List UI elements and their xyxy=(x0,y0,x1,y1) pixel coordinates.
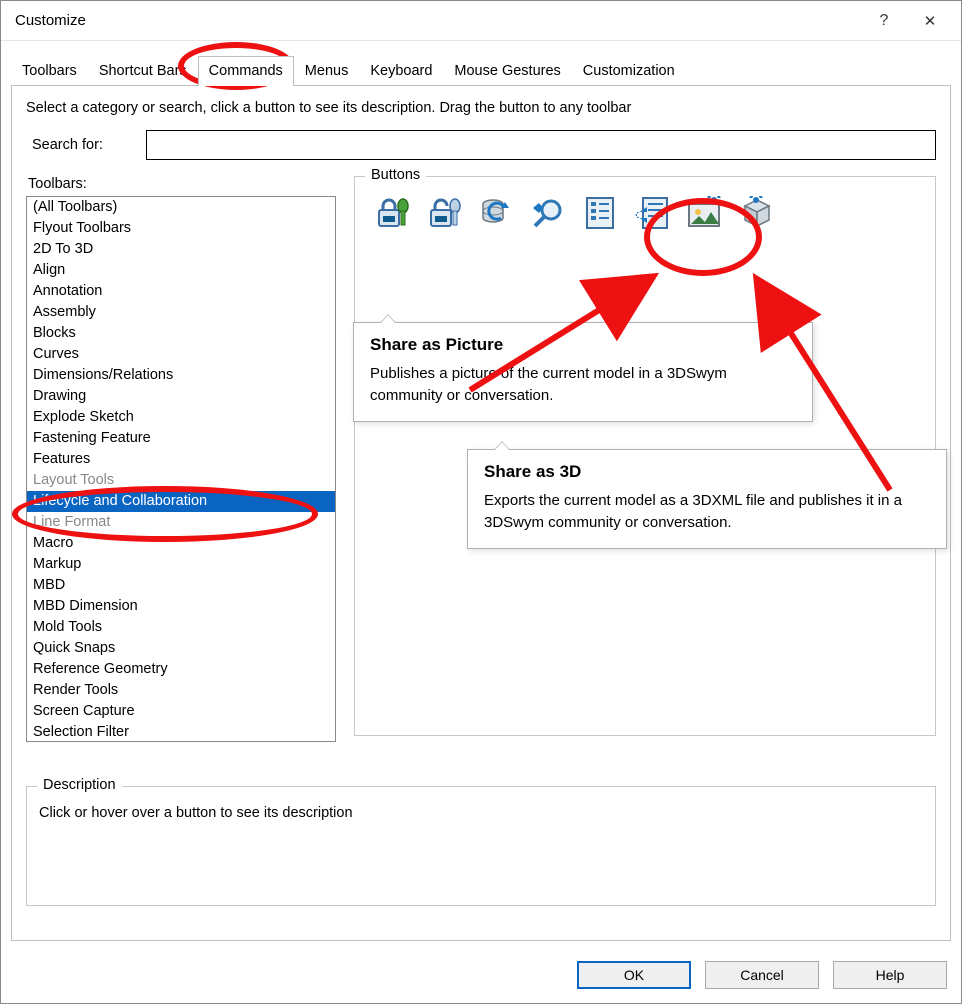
tooltip-share-3d: Share as 3D Exports the current model as… xyxy=(467,449,947,549)
list-item[interactable]: 2D To 3D xyxy=(27,239,335,260)
dialog-title: Customize xyxy=(15,12,861,29)
list-item[interactable]: Curves xyxy=(27,344,335,365)
list-icon[interactable] xyxy=(581,193,621,233)
list-item[interactable]: Render Tools xyxy=(27,680,335,701)
list-item[interactable]: Align xyxy=(27,260,335,281)
description-text: Click or hover over a button to see its … xyxy=(39,805,923,821)
tab-customization[interactable]: Customization xyxy=(572,56,686,86)
tab-keyboard[interactable]: Keyboard xyxy=(359,56,443,86)
toolbars-listbox[interactable]: (All Toolbars)Flyout Toolbars2D To 3DAli… xyxy=(26,196,336,742)
list-item[interactable]: Assembly xyxy=(27,302,335,323)
list-item[interactable]: Macro xyxy=(27,533,335,554)
list-item[interactable]: Layout Tools xyxy=(27,470,335,491)
search-label: Search for: xyxy=(26,137,146,153)
close-icon: ✕ xyxy=(924,12,937,30)
tab-mouse-gestures[interactable]: Mouse Gestures xyxy=(443,56,571,86)
list-item[interactable]: MBD xyxy=(27,575,335,596)
buttons-panel: Buttons Share as Picture Publishes a pic… xyxy=(354,176,936,736)
title-bar: Customize ? ✕ xyxy=(1,1,961,41)
list-item[interactable]: Line Format xyxy=(27,512,335,533)
ok-button[interactable]: OK xyxy=(577,961,691,989)
tooltip-share-picture: Share as Picture Publishes a picture of … xyxy=(353,322,813,422)
list-item[interactable]: Blocks xyxy=(27,323,335,344)
tooltip-title: Share as Picture xyxy=(370,335,796,355)
list-item[interactable]: MBD Dimension xyxy=(27,596,335,617)
close-button[interactable]: ✕ xyxy=(907,2,953,40)
help-icon: ? xyxy=(880,12,889,30)
intro-text: Select a category or search, click a but… xyxy=(26,100,936,116)
share-picture-icon[interactable] xyxy=(685,193,725,233)
search-row: Search for: xyxy=(26,130,936,160)
list-item[interactable]: Reference Geometry xyxy=(27,659,335,680)
help-button-footer[interactable]: Help xyxy=(833,961,947,989)
list-item[interactable]: Markup xyxy=(27,554,335,575)
list-item[interactable]: Screen Capture xyxy=(27,701,335,722)
tab-strip: Toolbars Shortcut Bars Commands Menus Ke… xyxy=(1,41,961,85)
list-item[interactable]: Mold Tools xyxy=(27,617,335,638)
list-item[interactable]: Features xyxy=(27,449,335,470)
tab-commands[interactable]: Commands xyxy=(198,56,294,86)
list-item[interactable]: Dimensions/Relations xyxy=(27,365,335,386)
list-item[interactable]: Quick Snaps xyxy=(27,638,335,659)
tab-shortcut-bars[interactable]: Shortcut Bars xyxy=(88,56,198,86)
list-item[interactable]: Flyout Toolbars xyxy=(27,218,335,239)
tab-toolbars[interactable]: Toolbars xyxy=(11,56,88,86)
list-item[interactable]: Explode Sketch xyxy=(27,407,335,428)
lock-key-icon[interactable] xyxy=(373,193,413,233)
dialog-footer: OK Cancel Help xyxy=(1,951,961,1003)
tooltip-body: Publishes a picture of the current model… xyxy=(370,363,796,407)
list-item[interactable]: Selection Filter xyxy=(27,722,335,742)
list-item[interactable]: (All Toolbars) xyxy=(27,197,335,218)
tooltip-title: Share as 3D xyxy=(484,462,930,482)
description-legend: Description xyxy=(37,777,122,793)
tab-panel-commands: Select a category or search, click a but… xyxy=(11,85,951,941)
buttons-legend: Buttons xyxy=(365,167,426,183)
search-input[interactable] xyxy=(146,130,936,160)
tab-menus[interactable]: Menus xyxy=(294,56,360,86)
database-refresh-icon[interactable] xyxy=(477,193,517,233)
cancel-button[interactable]: Cancel xyxy=(705,961,819,989)
toolbars-label: Toolbars: xyxy=(26,176,336,192)
description-panel: Description Click or hover over a button… xyxy=(26,786,936,906)
list-item[interactable]: Annotation xyxy=(27,281,335,302)
customize-dialog: Customize ? ✕ Toolbars Shortcut Bars Com… xyxy=(0,0,962,1004)
help-button[interactable]: ? xyxy=(861,2,907,40)
list-item[interactable]: Drawing xyxy=(27,386,335,407)
list-arrow-icon[interactable] xyxy=(633,193,673,233)
tooltip-body: Exports the current model as a 3DXML fil… xyxy=(484,490,930,534)
list-item[interactable]: Fastening Feature xyxy=(27,428,335,449)
unlock-key-icon[interactable] xyxy=(425,193,465,233)
buttons-row xyxy=(367,193,923,233)
search-icon[interactable] xyxy=(529,193,569,233)
list-item[interactable]: Lifecycle and Collaboration xyxy=(27,491,335,512)
share-3d-icon[interactable] xyxy=(737,193,777,233)
